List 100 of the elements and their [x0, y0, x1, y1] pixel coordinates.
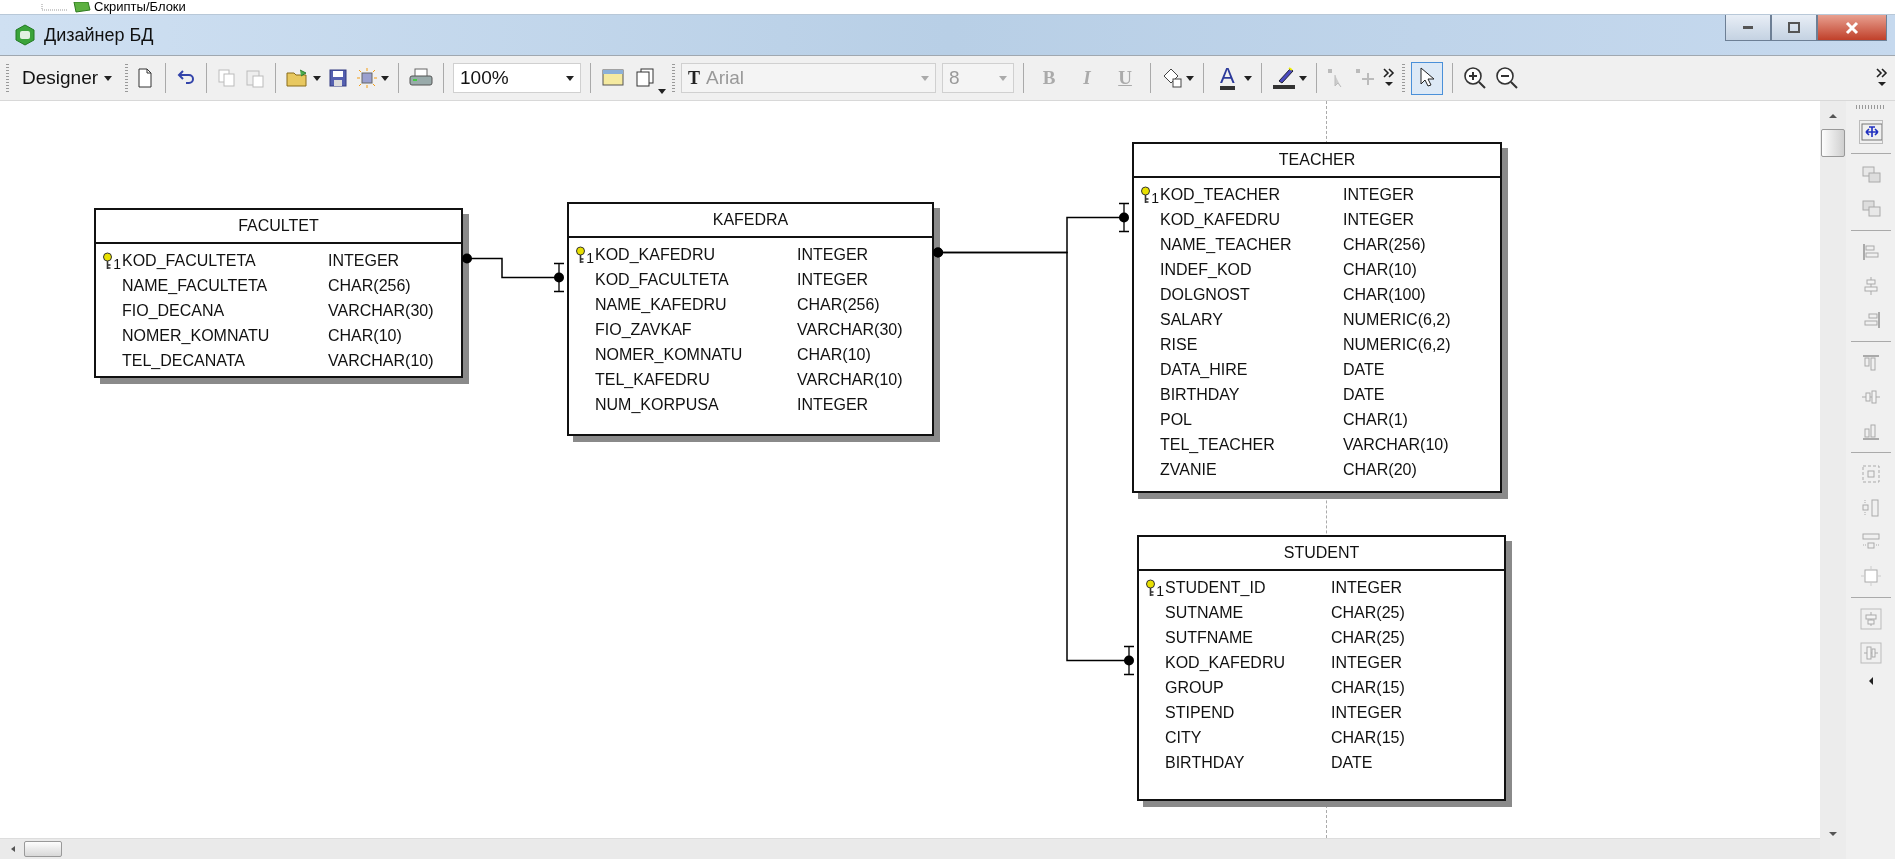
- column-type: INTEGER: [1331, 653, 1404, 672]
- column-type: VARCHAR(10): [797, 370, 904, 389]
- column-type: DATE: [1343, 360, 1386, 379]
- pointer-tool-button[interactable]: [1410, 61, 1443, 95]
- column-name: SUTNAME: [1165, 603, 1245, 622]
- column-name: KOD_FACULTETA: [595, 270, 730, 289]
- column-type: CHAR(256): [797, 295, 881, 314]
- column-type: INTEGER: [797, 395, 870, 414]
- key-icon: [1145, 578, 1157, 597]
- column-name: DATA_HIRE: [1160, 360, 1249, 379]
- column-type: DATE: [1343, 385, 1386, 404]
- center-vertical-icon[interactable]: [1859, 642, 1882, 664]
- app-logo-icon: [14, 24, 36, 46]
- maximize-icon: [1787, 21, 1801, 34]
- column-type: INTEGER: [797, 245, 870, 264]
- column-name: STUDENT_ID: [1165, 578, 1267, 597]
- column-type: VARCHAR(10): [328, 351, 435, 370]
- font-color-button[interactable]: A: [1213, 62, 1242, 94]
- column-type: CHAR(10): [1343, 260, 1418, 279]
- caret-icon[interactable]: [313, 75, 322, 81]
- monitor-icon[interactable]: [600, 67, 627, 89]
- column-name: NOMER_KOMNATU: [595, 345, 744, 364]
- column-name: NAME_FACULTETA: [122, 276, 269, 295]
- save-icon[interactable]: [327, 67, 350, 89]
- column-name: DOLGNOST: [1160, 285, 1251, 304]
- caret-icon: [104, 75, 113, 81]
- column-type: INTEGER: [1343, 210, 1416, 229]
- horizontal-scrollbar[interactable]: [0, 838, 1820, 859]
- table-name: TEACHER: [1278, 151, 1356, 169]
- column-name: NUM_KORPUSA: [595, 395, 720, 414]
- designer-menu[interactable]: Designer: [15, 63, 120, 93]
- tree-item[interactable]: Скрипты/Блоки: [94, 0, 186, 14]
- caret-icon[interactable]: [1186, 75, 1195, 81]
- column-name: KOD_TEACHER: [1160, 185, 1282, 204]
- column-name: SUTFNAME: [1165, 628, 1254, 647]
- zoom-in-icon[interactable]: [1461, 65, 1488, 91]
- column-name: KOD_KAFEDRU: [595, 245, 717, 264]
- column-type: INTEGER: [1343, 185, 1416, 204]
- column-type: CHAR(10): [797, 345, 872, 364]
- column-type: CHAR(25): [1331, 628, 1406, 647]
- scroll-thumb[interactable]: [24, 841, 62, 857]
- maximize-button[interactable]: [1771, 15, 1817, 41]
- text-width-icon[interactable]: [1859, 121, 1882, 143]
- scroll-up-icon[interactable]: [1827, 111, 1839, 121]
- key-icon: [1140, 185, 1152, 204]
- caret-icon[interactable]: [1298, 75, 1307, 81]
- scroll-down-icon[interactable]: [1827, 829, 1839, 839]
- minimize-button[interactable]: [1725, 15, 1771, 41]
- printer-icon[interactable]: [408, 67, 435, 89]
- column-name: NAME_TEACHER: [1160, 235, 1293, 254]
- column-name: SALARY: [1160, 310, 1224, 329]
- column-type: VARCHAR(30): [328, 301, 435, 320]
- key-icon: [575, 245, 587, 264]
- pen-color-icon[interactable]: [1270, 66, 1297, 90]
- column-type: CHAR(100): [1343, 285, 1427, 304]
- column-name: TEL_DECANATA: [122, 351, 246, 370]
- column-type: CHAR(15): [1331, 728, 1406, 747]
- window-title: Дизайнер БД: [44, 24, 154, 46]
- zoom-out-icon[interactable]: [1493, 65, 1520, 91]
- column-name: TEL_TEACHER: [1160, 435, 1276, 454]
- column-name: INDEF_KOD: [1160, 260, 1253, 279]
- column-type: CHAR(10): [328, 326, 403, 345]
- column-type: VARCHAR(30): [797, 320, 904, 339]
- column-name: KOD_FACULTETA: [122, 251, 257, 270]
- close-button[interactable]: [1817, 15, 1887, 41]
- caret-icon[interactable]: [658, 89, 667, 94]
- column-type: NUMERIC(6,2): [1343, 310, 1452, 329]
- column-name: RISE: [1160, 335, 1199, 354]
- column-name: NAME_KAFEDRU: [595, 295, 728, 314]
- bring-forward-icon[interactable]: [1859, 164, 1882, 186]
- column-name: KOD_KAFEDRU: [1160, 210, 1282, 229]
- caret-icon[interactable]: [1243, 75, 1252, 81]
- column-name: KOD_KAFEDRU: [1165, 653, 1287, 672]
- column-name: TEL_KAFEDRU: [595, 370, 711, 389]
- send-backward-icon[interactable]: [1859, 198, 1882, 220]
- vertical-scrollbar[interactable]: [1820, 101, 1846, 859]
- table-name: FACULTET: [238, 217, 319, 235]
- table-name: STUDENT: [1283, 544, 1360, 562]
- column-name: ZVANIE: [1160, 460, 1218, 479]
- caret-icon: [566, 75, 575, 81]
- scroll-thumb[interactable]: [1821, 129, 1845, 157]
- column-type: CHAR(25): [1331, 603, 1406, 622]
- column-type: INTEGER: [328, 251, 401, 270]
- column-type: VARCHAR(10): [1343, 435, 1450, 454]
- zoom-dropdown[interactable]: 100%: [453, 63, 582, 93]
- caret-icon[interactable]: [381, 75, 390, 81]
- caret-icon: [999, 75, 1008, 81]
- center-horizontal-icon[interactable]: [1859, 608, 1882, 630]
- key-index: 1: [1156, 583, 1164, 598]
- column-type: CHAR(20): [1343, 460, 1418, 479]
- column-type: CHAR(1): [1343, 410, 1409, 429]
- key-index: 1: [113, 256, 121, 271]
- column-name: CITY: [1165, 728, 1203, 747]
- column-type: DATE: [1331, 753, 1374, 772]
- column-name: GROUP: [1165, 678, 1225, 697]
- close-icon: [1844, 20, 1860, 35]
- table-name: KAFEDRA: [712, 211, 789, 229]
- column-type: INTEGER: [797, 270, 870, 289]
- column-type: CHAR(15): [1331, 678, 1406, 697]
- column-name: BIRTHDAY: [1160, 385, 1241, 404]
